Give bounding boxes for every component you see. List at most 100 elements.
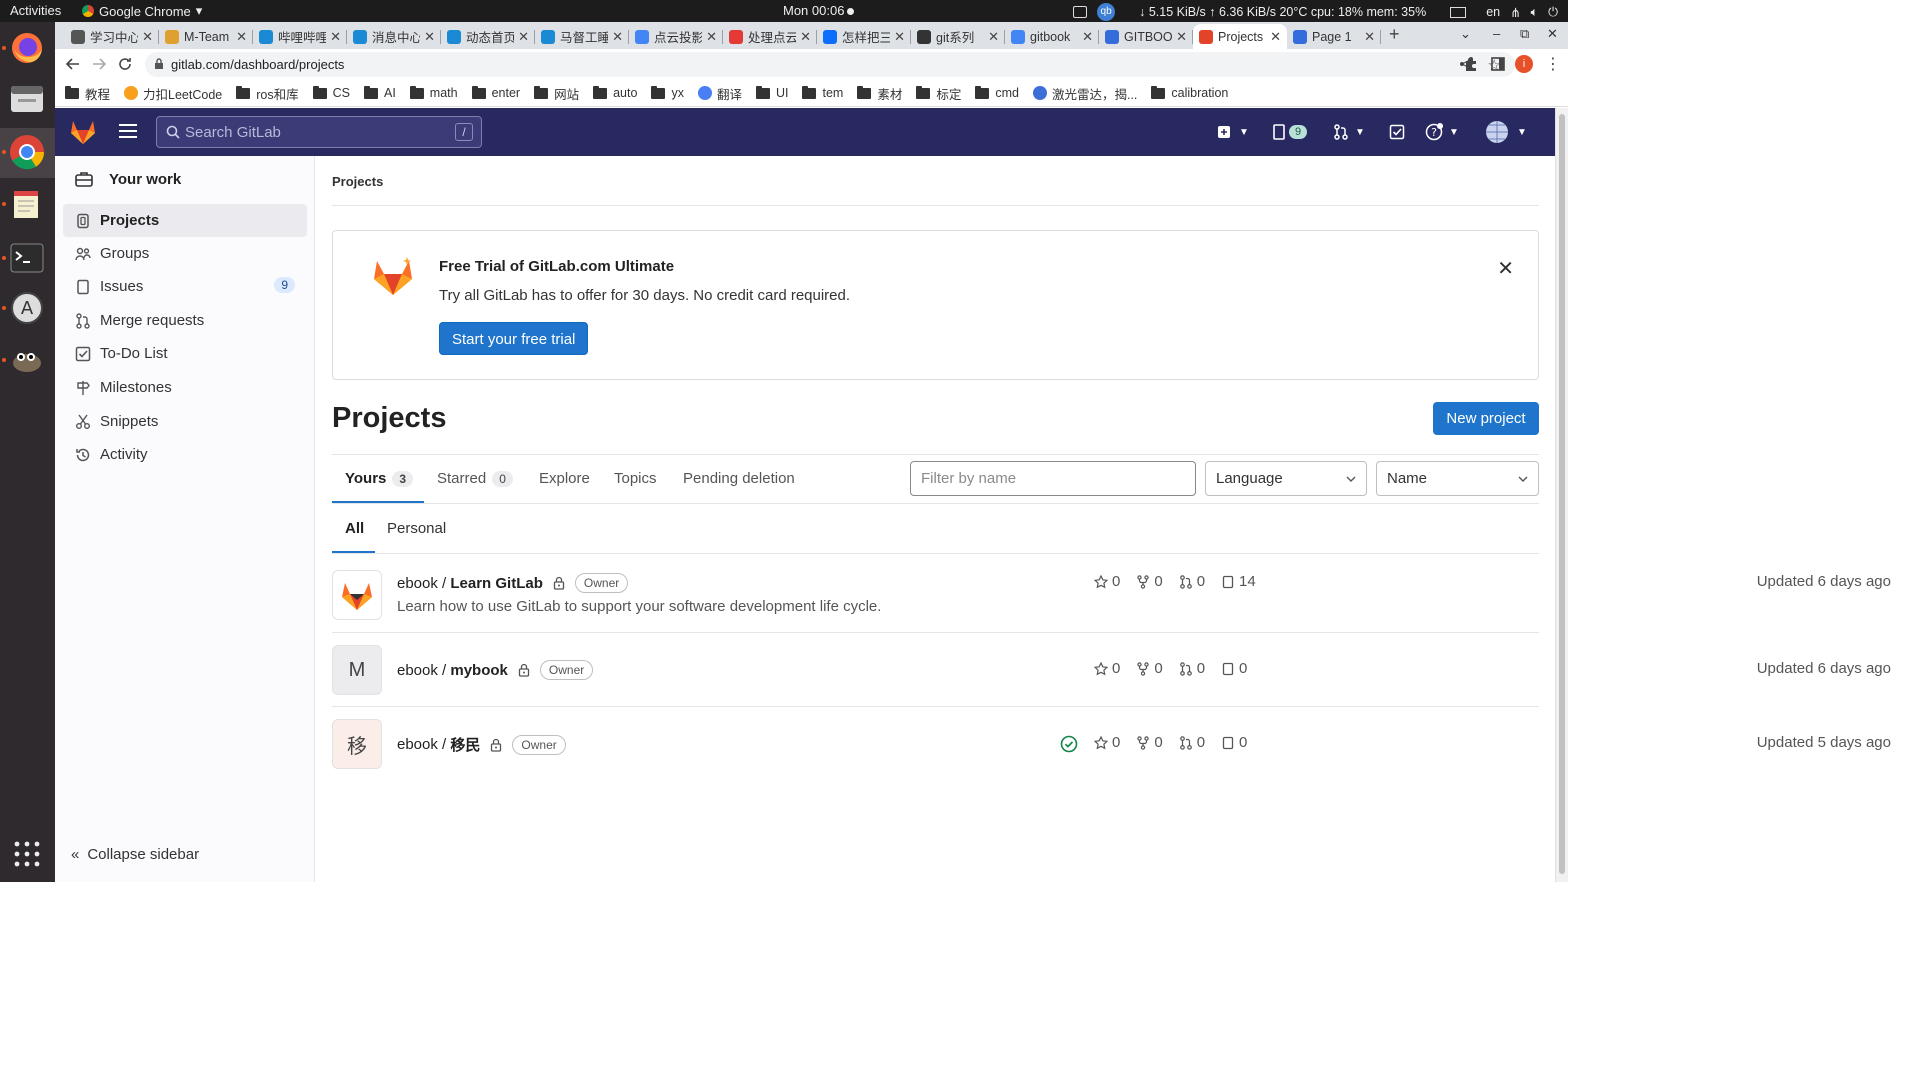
close-tab-icon[interactable]: ✕ (706, 29, 717, 45)
help-button[interactable]: ? ▼ (1425, 108, 1459, 156)
extensions-icon[interactable] (1463, 56, 1479, 72)
issues-count[interactable]: 14 (1221, 573, 1256, 590)
merge-requests-count[interactable]: 0 (1179, 734, 1205, 751)
back-icon[interactable] (65, 56, 81, 72)
browser-tab[interactable]: Page 1 ✕ (1287, 24, 1381, 49)
bookmark-item[interactable]: ros和库 (236, 84, 299, 103)
browser-tab[interactable]: 怎样把三 ✕ (817, 24, 911, 49)
bookmark-item[interactable]: enter (471, 85, 520, 100)
tab-explore[interactable]: Explore (539, 470, 590, 487)
close-tab-icon[interactable]: ✕ (518, 29, 529, 45)
filter-by-name-input[interactable]: Filter by name (910, 461, 1196, 496)
page-scrollbar[interactable] (1555, 108, 1568, 882)
bookmark-item[interactable]: 网站 (534, 84, 579, 103)
sidebar-item-to-do-list[interactable]: To-Do List (63, 337, 307, 370)
close-icon[interactable]: ✕ (1497, 256, 1514, 281)
bookmark-item[interactable]: 力扣LeetCode (124, 84, 222, 103)
close-tab-icon[interactable]: ✕ (1176, 29, 1187, 45)
tab-starred[interactable]: Starred 0 (437, 470, 513, 487)
browser-tab[interactable]: Projects ✕ (1193, 24, 1287, 49)
sidebar-item-merge-requests[interactable]: Merge requests (63, 304, 307, 337)
scrollbar-thumb[interactable] (1559, 114, 1565, 874)
bookmark-item[interactable]: 标定 (916, 84, 961, 103)
stars-count[interactable]: 0 (1094, 734, 1120, 751)
sidebar-context-header[interactable]: Your work (63, 164, 307, 194)
browser-tab[interactable]: 消息中心 ✕ (347, 24, 441, 49)
bookmark-item[interactable]: yx (651, 85, 684, 100)
breadcrumb[interactable]: Projects (332, 174, 383, 189)
activities-button[interactable]: Activities (10, 3, 61, 18)
bookmark-item[interactable]: auto (593, 85, 637, 100)
private-visibility[interactable] (518, 663, 530, 677)
text-editor-icon[interactable] (7, 184, 47, 224)
close-tab-icon[interactable]: ✕ (1364, 29, 1375, 45)
stars-count[interactable]: 0 (1094, 573, 1120, 590)
system-tray[interactable]: qb ↓ 5.15 KiB/s ↑ 6.36 KiB/s 20°C cpu: 1… (1073, 3, 1558, 21)
bookmark-item[interactable]: 激光雷达，揭... (1032, 84, 1137, 103)
bookmark-item[interactable]: 翻译 (697, 84, 742, 103)
close-tab-icon[interactable]: ✕ (424, 29, 435, 45)
browser-tab[interactable]: GITBOOK ✕ (1099, 24, 1193, 49)
close-tab-icon[interactable]: ✕ (236, 29, 247, 45)
show-applications-icon[interactable] (7, 834, 47, 874)
hamburger-menu-icon[interactable] (119, 124, 137, 138)
forks-count[interactable]: 0 (1136, 734, 1163, 751)
subtab-personal[interactable]: Personal (387, 520, 446, 537)
forward-icon[interactable] (91, 56, 107, 72)
minimize-icon[interactable]: – (1493, 26, 1500, 41)
collapse-sidebar-button[interactable]: « Collapse sidebar (71, 846, 199, 863)
issues-count[interactable]: 0 (1221, 734, 1247, 751)
address-bar[interactable]: gitlab.com/dashboard/projects ☆ (145, 52, 1515, 77)
firefox-icon[interactable] (7, 28, 47, 68)
close-tab-icon[interactable]: ✕ (988, 29, 999, 45)
tab-topics[interactable]: Topics (614, 470, 657, 487)
lock-icon[interactable] (154, 58, 164, 70)
bookmark-item[interactable]: math (409, 85, 458, 100)
sort-select[interactable]: Name (1376, 461, 1539, 496)
chrome-icon[interactable] (7, 132, 47, 172)
search-input[interactable]: Search GitLab / (156, 116, 482, 148)
restore-icon[interactable]: ⧉ (1520, 26, 1529, 42)
pipeline-passed-icon[interactable] (1060, 735, 1078, 753)
issues-count[interactable]: 0 (1221, 660, 1247, 677)
browser-tab[interactable]: 马督工睡 ✕ (535, 24, 629, 49)
browser-tab[interactable]: 哔哩哔哩 ✕ (253, 24, 347, 49)
private-visibility[interactable] (553, 576, 565, 590)
bookmark-item[interactable]: 素材 (857, 84, 902, 103)
sidebar-item-milestones[interactable]: Milestones (63, 371, 307, 404)
sidebar-item-groups[interactable]: Groups (63, 237, 307, 270)
files-icon[interactable] (7, 78, 47, 118)
bookmark-item[interactable]: UI (755, 85, 788, 100)
gitlab-logo-icon[interactable] (69, 118, 97, 145)
close-tab-icon[interactable]: ✕ (1270, 29, 1281, 45)
bookmark-item[interactable]: calibration (1151, 85, 1228, 100)
forks-count[interactable]: 0 (1136, 660, 1163, 677)
new-tab-icon[interactable]: + (1389, 24, 1400, 45)
project-avatar[interactable] (332, 570, 382, 620)
software-updater-icon[interactable]: A (7, 288, 47, 328)
bookmark-item[interactable]: AI (363, 85, 396, 100)
stars-count[interactable]: 0 (1094, 660, 1120, 677)
subtab-all[interactable]: All (345, 520, 364, 537)
close-tab-icon[interactable]: ✕ (800, 29, 811, 45)
project-name-link[interactable]: ebook / Learn GitLab Owner (397, 573, 629, 593)
tab-search-icon[interactable]: ⌄ (1460, 26, 1471, 42)
tab-pending-deletion[interactable]: Pending deletion (683, 470, 795, 487)
close-tab-icon[interactable]: ✕ (612, 29, 623, 45)
start-trial-button[interactable]: Start your free trial (439, 322, 589, 355)
browser-tab[interactable]: gitbook ✕ (1005, 24, 1099, 49)
todo-button[interactable] (1389, 108, 1405, 156)
reload-icon[interactable] (117, 56, 133, 72)
bookmark-item[interactable]: CS (312, 85, 350, 100)
merge-requests-count[interactable]: 0 (1179, 573, 1205, 590)
project-name-link[interactable]: ebook / mybook Owner (397, 660, 594, 680)
browser-tab[interactable]: M-Team ✕ (159, 24, 253, 49)
issues-button[interactable]: 9 (1273, 108, 1308, 156)
sidebar-item-issues[interactable]: Issues 9 (63, 270, 307, 303)
new-project-button[interactable]: New project (1433, 402, 1539, 435)
clock[interactable]: Mon 00:06 (783, 3, 855, 18)
sidebar-item-projects[interactable]: Projects (63, 204, 307, 237)
profile-avatar[interactable]: i (1515, 55, 1533, 73)
close-tab-icon[interactable]: ✕ (142, 29, 153, 45)
gimp-icon[interactable] (7, 340, 47, 380)
